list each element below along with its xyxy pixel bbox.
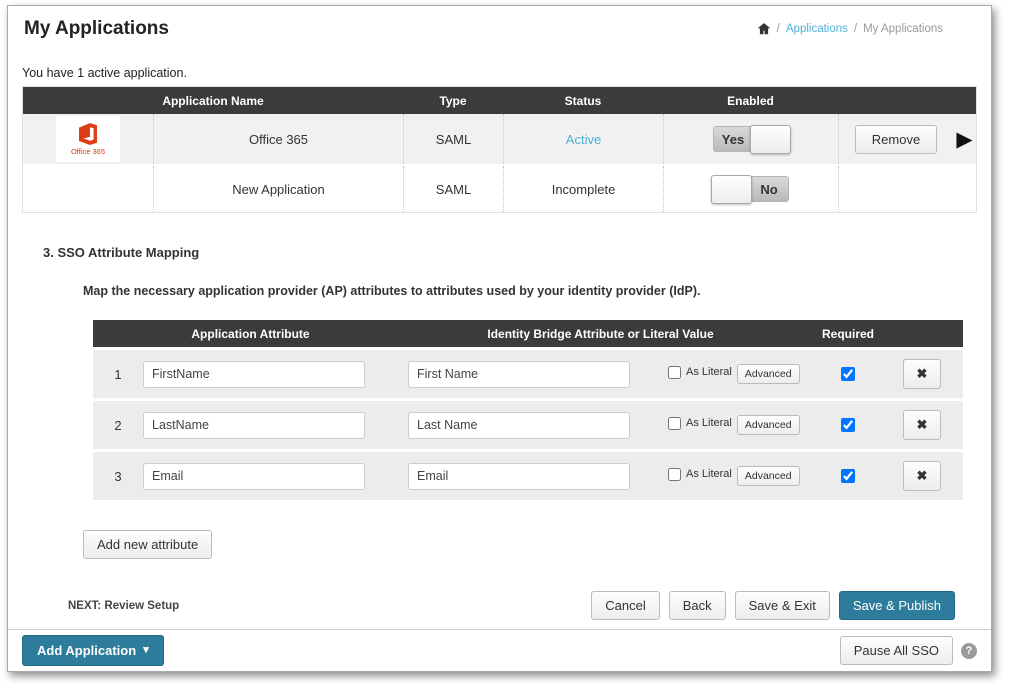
application-attribute-input[interactable] <box>143 412 365 439</box>
application-status: Active <box>503 114 663 164</box>
application-type: SAML <box>403 166 503 212</box>
mapping-row: 1 As Literal Advanced ✖ <box>93 350 963 398</box>
office-365-logo: Office 365 <box>56 116 120 162</box>
application-window: My Applications / Applications / My Appl… <box>7 5 992 672</box>
column-header-enabled: Enabled <box>663 94 838 108</box>
sso-section-heading: 3. SSO Attribute Mapping <box>43 245 991 260</box>
help-icon[interactable]: ? <box>961 643 977 659</box>
enabled-toggle[interactable]: Yes <box>713 126 789 152</box>
row-number: 3 <box>93 469 143 484</box>
advanced-button[interactable]: Advanced <box>737 466 800 486</box>
delete-attribute-button[interactable]: ✖ <box>903 461 941 491</box>
identity-bridge-attribute-input[interactable] <box>408 361 630 388</box>
delete-attribute-button[interactable]: ✖ <box>903 359 941 389</box>
as-literal-checkbox[interactable] <box>668 468 681 481</box>
application-logo-cell <box>23 166 153 212</box>
enabled-cell: No <box>663 166 838 212</box>
as-literal-label: As Literal <box>686 366 732 378</box>
active-application-note: You have 1 active application. <box>22 66 991 80</box>
add-application-label: Add Application <box>37 643 136 658</box>
breadcrumb-link-applications[interactable]: Applications <box>786 23 848 35</box>
toggle-handle[interactable] <box>750 125 791 154</box>
add-application-button[interactable]: Add Application ▾ <box>22 635 164 666</box>
attribute-mapping-table: Application Attribute Identity Bridge At… <box>93 320 963 500</box>
row-number: 1 <box>93 367 143 382</box>
expand-cell <box>953 166 976 212</box>
cancel-button[interactable]: Cancel <box>591 591 659 620</box>
breadcrumb-separator: / <box>854 23 857 35</box>
as-literal-label: As Literal <box>686 468 732 480</box>
toggle-state-label: Yes <box>714 127 752 151</box>
row-number: 2 <box>93 418 143 433</box>
application-status: Incomplete <box>503 166 663 212</box>
remove-button[interactable]: Remove <box>855 125 937 154</box>
column-header-type: Type <box>403 94 503 108</box>
save-exit-button[interactable]: Save & Exit <box>735 591 830 620</box>
next-step-label: NEXT: Review Setup <box>68 600 179 612</box>
application-name: New Application <box>153 166 403 212</box>
save-publish-button[interactable]: Save & Publish <box>839 591 955 620</box>
sso-instruction: Map the necessary application provider (… <box>83 284 991 298</box>
required-checkbox[interactable] <box>841 418 855 432</box>
footer-bar: Add Application ▾ Pause All SSO ? <box>8 629 991 671</box>
mapping-row: 2 As Literal Advanced ✖ <box>93 401 963 449</box>
wizard-actions-row: NEXT: Review Setup Cancel Back Save & Ex… <box>68 591 955 620</box>
advanced-button[interactable]: Advanced <box>737 364 800 384</box>
expand-cell: ▶ <box>953 114 976 164</box>
applications-table-header: Application Name Type Status Enabled <box>23 87 976 114</box>
column-header-application-name: Application Name <box>23 94 403 108</box>
enabled-toggle[interactable]: No <box>713 176 789 202</box>
as-literal-checkbox[interactable] <box>668 366 681 379</box>
required-checkbox[interactable] <box>841 367 855 381</box>
pause-all-sso-button[interactable]: Pause All SSO <box>840 636 953 665</box>
applications-table: Application Name Type Status Enabled Off… <box>22 86 977 213</box>
breadcrumb-separator: / <box>777 23 780 35</box>
breadcrumb-current: My Applications <box>863 23 943 35</box>
application-name: Office 365 <box>153 114 403 164</box>
enabled-cell: Yes <box>663 114 838 164</box>
application-attribute-input[interactable] <box>143 361 365 388</box>
expand-arrow-icon[interactable]: ▶ <box>956 129 972 150</box>
column-header-identity-bridge-attribute: Identity Bridge Attribute or Literal Val… <box>408 327 793 341</box>
remove-cell <box>838 166 953 212</box>
application-attribute-input[interactable] <box>143 463 365 490</box>
breadcrumb: / Applications / My Applications <box>757 22 943 36</box>
column-header-application-attribute: Application Attribute <box>93 327 408 341</box>
as-literal-checkbox[interactable] <box>668 417 681 430</box>
column-header-status: Status <box>503 94 663 108</box>
page-header: My Applications / Applications / My Appl… <box>8 6 991 40</box>
toggle-handle[interactable] <box>711 175 752 204</box>
application-row-office-365: Office 365 Office 365 SAML Active Yes Re… <box>23 114 976 166</box>
identity-bridge-attribute-input[interactable] <box>408 463 630 490</box>
chevron-down-icon: ▾ <box>143 645 149 656</box>
mapping-table-header: Application Attribute Identity Bridge At… <box>93 320 963 347</box>
advanced-button[interactable]: Advanced <box>737 415 800 435</box>
column-header-required: Required <box>793 327 903 341</box>
office-365-caption: Office 365 <box>71 147 105 156</box>
application-logo-cell: Office 365 <box>23 114 153 164</box>
home-icon[interactable] <box>757 22 771 36</box>
office-365-icon <box>76 122 100 146</box>
as-literal-label: As Literal <box>686 417 732 429</box>
mapping-row: 3 As Literal Advanced ✖ <box>93 452 963 500</box>
toggle-state-label: No <box>750 177 788 201</box>
required-checkbox[interactable] <box>841 469 855 483</box>
identity-bridge-attribute-input[interactable] <box>408 412 630 439</box>
delete-attribute-button[interactable]: ✖ <box>903 410 941 440</box>
remove-cell: Remove <box>838 114 953 164</box>
application-type: SAML <box>403 114 503 164</box>
add-new-attribute-button[interactable]: Add new attribute <box>83 530 212 559</box>
application-row-new-application: New Application SAML Incomplete No <box>23 166 976 212</box>
back-button[interactable]: Back <box>669 591 726 620</box>
